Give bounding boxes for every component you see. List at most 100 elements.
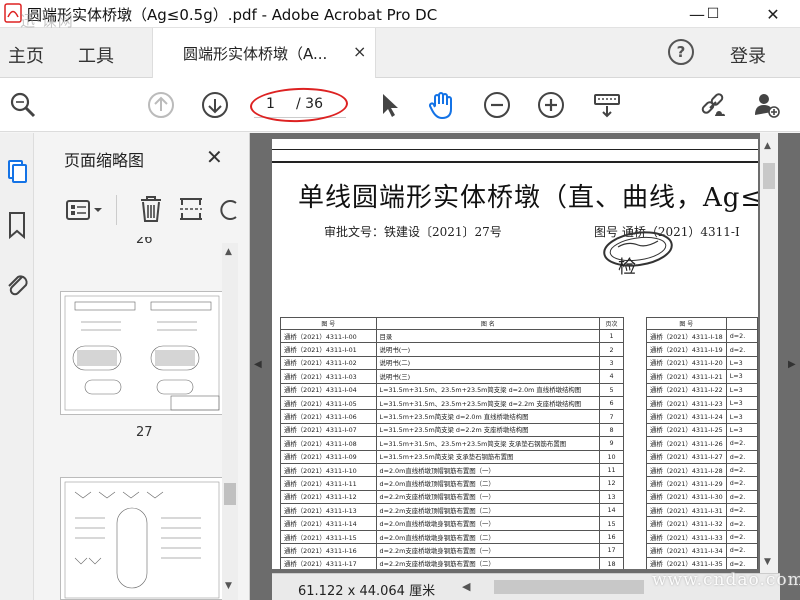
window-title: 圆端形实体桥墩（Ag≤0.5g）.pdf - Adobe Acrobat Pro… (27, 6, 438, 24)
page-cell: 6 (599, 395, 624, 411)
rotate-page-icon[interactable] (218, 193, 240, 225)
scroll-left-icon[interactable]: ◀ (462, 580, 470, 593)
drawing-number-cell: 通桥（2021）4311-Ⅰ-13 (280, 503, 377, 518)
bookmarks-icon[interactable] (0, 207, 34, 243)
scroll-up-icon[interactable]: ▲ (764, 141, 771, 151)
drawing-name-cell: L=3 (725, 409, 758, 424)
zoom-out-icon[interactable] (482, 90, 512, 120)
scroll-up-icon[interactable]: ▲ (225, 247, 232, 257)
attachments-icon[interactable] (0, 265, 34, 301)
table-row: 通桥（2021）4311-Ⅰ-34 d=2. (646, 543, 758, 558)
table-row: 通桥（2021）4311-Ⅰ-07 L=31.5m+23.5m简支梁 d=2.2m… (280, 422, 624, 438)
scroll-down-icon[interactable]: ▼ (764, 557, 771, 567)
drawing-number-cell: 通桥（2021）4311-Ⅰ-02 (280, 355, 377, 371)
contents-table: 图 号 图 名 页次 通桥（2021）4311-Ⅰ-00 目录 1 通桥（2021）4… (280, 317, 624, 569)
page-border-line (272, 149, 758, 150)
table-row: 通桥（2021）4311-Ⅰ-24 L=3 (646, 409, 758, 424)
page-cell: 18 (599, 556, 624, 569)
next-page-icon[interactable] (200, 90, 230, 120)
drawing-name-cell: L=3 (725, 422, 758, 438)
horizontal-scroll-thumb[interactable] (494, 580, 644, 594)
previous-page-icon[interactable] (146, 90, 176, 120)
drawing-number-cell: 通桥（2021）4311-Ⅰ-10 (280, 462, 377, 478)
page-thumbnails-icon[interactable] (0, 151, 34, 191)
document-tab-label: 圆端形实体桥墩（A... (183, 45, 328, 63)
close-window-button[interactable]: ✕ (756, 0, 790, 28)
thumbnails-panel-close-button[interactable]: ✕ (206, 145, 223, 169)
scroll-down-icon[interactable]: ▼ (225, 581, 232, 591)
pdf-page: 单线圆端形实体桥墩（直、曲线，Ag≤0.05g 审批文号：铁建设〔2021〕27… (272, 139, 758, 569)
page-cell: 7 (599, 409, 624, 424)
drawing-number-cell: 通桥（2021）4311-Ⅰ-21 (646, 369, 727, 384)
tab-tools[interactable]: 工具 (78, 42, 114, 68)
drawing-number-cell: 通桥（2021）4311-Ⅰ-00 (280, 328, 377, 344)
drawing-name-cell: L=3 (725, 395, 758, 411)
document-scrollbar[interactable]: ▲ ▼ (760, 133, 778, 573)
page-cell: 8 (599, 422, 624, 438)
thumbnails-scroll-thumb[interactable] (224, 483, 236, 505)
table-row: 通桥（2021）4311-Ⅰ-22 L=3 (646, 382, 758, 397)
drawing-name-cell: d=2. (725, 516, 758, 531)
thumbnail-page-28[interactable] (60, 477, 224, 600)
drawing-number-cell: 通桥（2021）4311-Ⅰ-24 (646, 409, 727, 424)
thumbnail-page-27[interactable] (60, 291, 224, 415)
drawing-name-cell: d=2. (725, 342, 758, 357)
drawing-number-cell: 通桥（2021）4311-Ⅰ-28 (646, 462, 727, 478)
table-row: 通桥（2021）4311-Ⅰ-23 L=3 (646, 395, 758, 411)
select-cursor-icon[interactable] (374, 90, 404, 120)
collapse-right-panel-icon[interactable]: ▶ (788, 359, 796, 370)
help-icon[interactable]: ? (668, 39, 694, 65)
drawing-number-cell: 通桥（2021）4311-Ⅰ-32 (646, 516, 727, 531)
login-button[interactable]: 登录 (730, 42, 766, 68)
column-header: 图 名 (375, 317, 601, 330)
column-header: 图 号 (280, 317, 377, 330)
table-row: 通桥（2021）4311-Ⅰ-04 L=31.5m+31.5m、23.5m+23.… (280, 382, 624, 397)
thumbnail-page-number-26: 26 (136, 237, 153, 247)
maximize-button[interactable]: ☐ (696, 0, 730, 28)
page-cell: 9 (599, 436, 624, 451)
collapse-left-panel-icon[interactable]: ◀ (254, 359, 262, 370)
drawing-name-cell: L=31.5m+31.5m、23.5m+23.5m简支梁 d=2.2m 支座桥墩… (375, 395, 601, 411)
document-tab-close-button[interactable]: × (353, 42, 366, 61)
drawing-number-cell: 通桥（2021）4311-Ⅰ-20 (646, 355, 727, 371)
drawing-number-cell: 通桥（2021）4311-Ⅰ-33 (646, 529, 727, 545)
drawing-name-cell: 说明书(三) (375, 369, 601, 384)
table-row: 通桥（2021）4311-Ⅰ-08 L=31.5m+31.5m、23.5m+23.… (280, 436, 624, 451)
zoom-search-icon[interactable] (8, 90, 38, 120)
table-row: 通桥（2021）4311-Ⅰ-32 d=2. (646, 516, 758, 531)
drawing-name-cell: d=2.2m支座桥墩墩身钢筋布置图（二） (375, 556, 601, 569)
extract-pages-icon[interactable] (176, 193, 206, 225)
document-scroll-thumb[interactable] (763, 163, 775, 189)
table-row: 通桥（2021）4311-Ⅰ-35 d=2. (646, 556, 758, 569)
page-cell: 15 (599, 516, 624, 531)
drawing-number-cell: 通桥（2021）4311-Ⅰ-34 (646, 543, 727, 558)
table-row: 通桥（2021）4311-Ⅰ-25 L=3 (646, 422, 758, 438)
table-row: 通桥（2021）4311-Ⅰ-09 L=31.5m+23.5m简支梁 支承垫石钢筋… (280, 449, 624, 464)
delete-page-icon[interactable] (136, 193, 166, 225)
document-viewer[interactable]: ◀ 单线圆端形实体桥墩（直、曲线，Ag≤0.05g 审批文号：铁建设〔2021〕… (250, 133, 800, 600)
tab-home[interactable]: 主页 (8, 42, 44, 68)
drawing-number-cell: 通桥（2021）4311-Ⅰ-14 (280, 516, 377, 531)
drawing-number-cell: 通桥（2021）4311-Ⅰ-05 (280, 395, 377, 411)
thumbnail-options-icon[interactable] (64, 195, 106, 225)
drawing-number-cell: 通桥（2021）4311-Ⅰ-22 (646, 382, 727, 397)
table-row: 通桥（2021）4311-Ⅰ-31 d=2. (646, 503, 758, 518)
drawing-name-cell: d=2.2m支座桥墩顶帽钢筋布置图（一） (375, 489, 601, 505)
add-user-icon[interactable] (752, 90, 782, 120)
page-thumbnails-panel: 页面缩略图 ✕ 26 27 ▲ ▼ (34, 133, 250, 600)
thumbnails-scrollbar[interactable]: ▲ ▼ (222, 243, 238, 600)
column-header (725, 317, 758, 330)
drawing-name-cell: d=2. (725, 449, 758, 464)
thumbnails-panel-title: 页面缩略图 (64, 151, 145, 170)
zoom-in-icon[interactable] (536, 90, 566, 120)
table-row: 通桥（2021）4311-Ⅰ-18 d=2. (646, 328, 758, 344)
page-cell: 5 (599, 382, 624, 397)
hand-tool-icon[interactable] (426, 90, 456, 120)
drawing-number-cell: 通桥（2021）4311-Ⅰ-18 (646, 328, 727, 344)
drawing-name-cell: d=2.0m直线桥墩顶帽钢筋布置图（二） (375, 476, 601, 491)
keyboard-mode-icon[interactable] (592, 90, 622, 120)
drawing-name-cell: d=2. (725, 489, 758, 505)
drawing-number-cell: 通桥（2021）4311-Ⅰ-23 (646, 395, 727, 411)
document-tab[interactable]: 圆端形实体桥墩（A... × (152, 28, 376, 78)
share-link-icon[interactable] (698, 90, 728, 120)
